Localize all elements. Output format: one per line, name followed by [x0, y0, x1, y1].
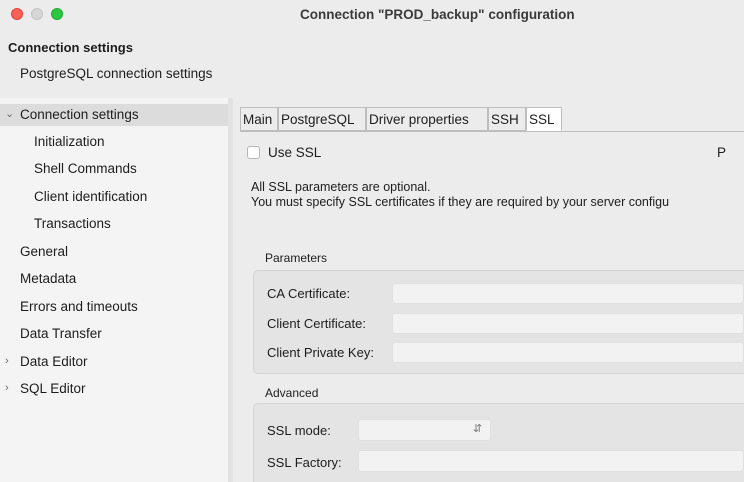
- zoom-window-button[interactable]: [51, 8, 63, 20]
- tree-item-label: Data Editor: [20, 354, 88, 369]
- ssl-mode-select[interactable]: ⇵: [358, 419, 491, 441]
- client-private-key-label: Client Private Key:: [267, 345, 374, 360]
- tree-item-label: SQL Editor: [20, 381, 86, 396]
- tree-item-errors-and-timeouts[interactable]: Errors and timeouts: [20, 299, 138, 314]
- client-certificate-label: Client Certificate:: [267, 316, 366, 331]
- ssl-info-line-2: You must specify SSL certificates if the…: [251, 195, 670, 209]
- ssl-factory-field[interactable]: [358, 450, 744, 472]
- tree-item-client-identification[interactable]: Client identification: [34, 189, 147, 204]
- tab-postgresql[interactable]: PostgreSQL: [278, 107, 366, 131]
- tree-item-connection-settings[interactable]: ⌄ Connection settings: [0, 104, 228, 126]
- client-certificate-field[interactable]: [392, 313, 744, 334]
- ssl-factory-label: SSL Factory:: [267, 455, 342, 470]
- tab-main[interactable]: Main: [240, 107, 278, 131]
- tree-item-label: Connection settings: [20, 107, 139, 122]
- tree-item-initialization[interactable]: Initialization: [34, 134, 105, 149]
- tree-item-metadata[interactable]: Metadata: [20, 271, 76, 286]
- use-ssl-checkbox[interactable]: [247, 146, 260, 159]
- tree-item-sql-editor[interactable]: › SQL Editor: [0, 381, 228, 401]
- tab-driver-properties[interactable]: Driver properties: [366, 107, 488, 131]
- chevron-right-icon[interactable]: ›: [5, 355, 9, 367]
- window-title: Connection "PROD_backup" configuration: [300, 7, 575, 22]
- page-title: Connection settings: [8, 40, 133, 55]
- client-private-key-field[interactable]: [392, 342, 744, 363]
- tab-ssl[interactable]: SSL: [526, 107, 562, 131]
- tree-item-data-editor[interactable]: › Data Editor: [0, 354, 228, 374]
- tree-item-general[interactable]: General: [20, 244, 68, 259]
- use-ssl-label: Use SSL: [268, 145, 322, 160]
- select-arrows-icon: ⇵: [473, 423, 483, 435]
- tree-item-transactions[interactable]: Transactions: [34, 216, 111, 231]
- chevron-right-icon[interactable]: ›: [5, 382, 9, 394]
- settings-tree: ⌄ Connection settings Initialization She…: [0, 98, 228, 482]
- title-bar: Connection "PROD_backup" configuration: [0, 0, 744, 30]
- minimize-window-button[interactable]: [31, 8, 43, 20]
- page-subtitle: PostgreSQL connection settings: [20, 66, 213, 81]
- ca-certificate-field[interactable]: [392, 283, 744, 304]
- parameters-group-title: Parameters: [265, 251, 328, 265]
- ca-certificate-label: CA Certificate:: [267, 286, 351, 301]
- close-window-button[interactable]: [11, 8, 23, 20]
- advanced-group-title: Advanced: [265, 386, 319, 400]
- tab-divider: [240, 131, 744, 132]
- tree-item-data-transfer[interactable]: Data Transfer: [20, 326, 102, 341]
- ssl-info-line-1: All SSL parameters are optional.: [251, 180, 431, 194]
- chevron-down-icon[interactable]: ⌄: [5, 107, 14, 120]
- tab-ssh[interactable]: SSH: [488, 107, 526, 131]
- cut-off-label: P: [717, 145, 727, 160]
- tree-item-shell-commands[interactable]: Shell Commands: [34, 161, 137, 176]
- ssl-mode-label: SSL mode:: [267, 423, 331, 438]
